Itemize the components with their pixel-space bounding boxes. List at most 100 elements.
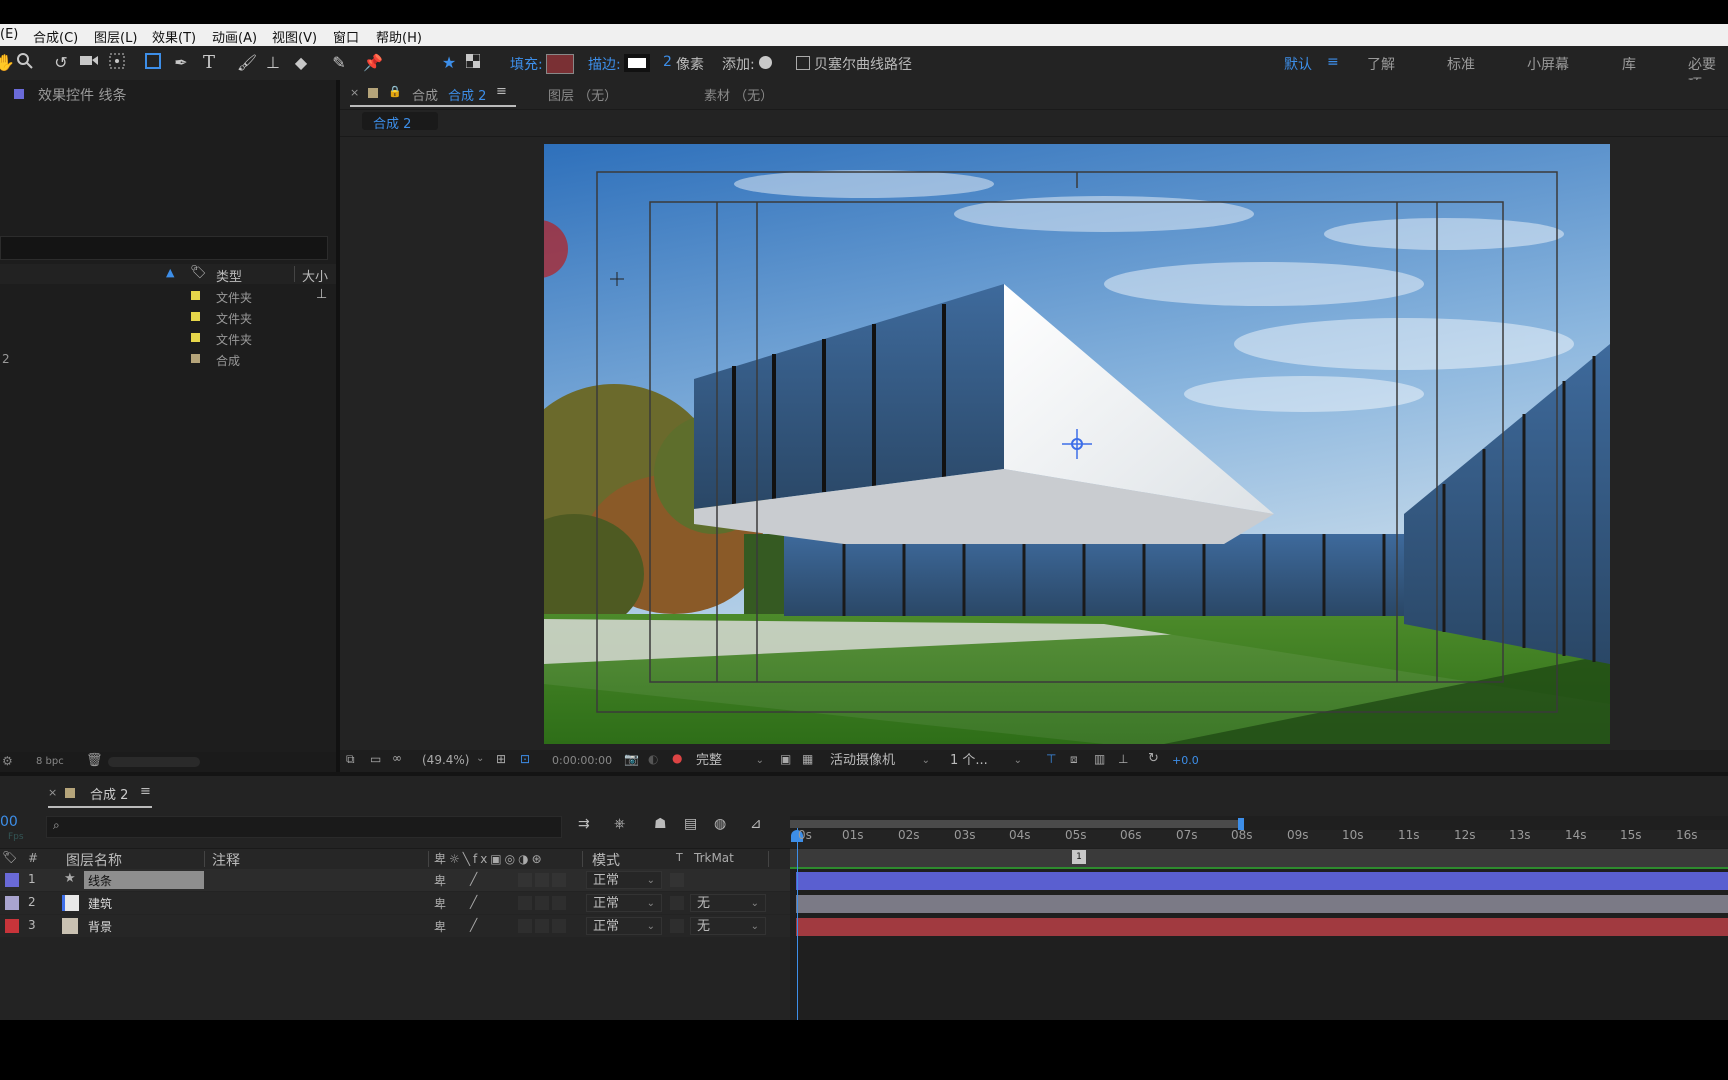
resolution-dropdown[interactable]: 完整 ⌄	[690, 752, 770, 770]
collapse-switch-icon[interactable]: 卑	[434, 895, 446, 912]
flowchart-icon[interactable]: ⊥	[316, 287, 327, 302]
camera-tool-icon[interactable]	[78, 52, 100, 74]
label-swatch[interactable]	[191, 333, 200, 342]
layer-label-swatch[interactable]	[5, 873, 19, 887]
draft-3d-icon[interactable]: ⎈	[614, 816, 625, 832]
project-row[interactable]: 文件夹	[0, 307, 336, 327]
layer-name[interactable]: 背景	[88, 918, 112, 935]
fill-label[interactable]: 填充:	[510, 54, 543, 74]
current-time-indicator[interactable]	[797, 828, 798, 1020]
menu-edit[interactable]: (E)	[0, 27, 18, 42]
sort-ascending-icon[interactable]: ▲	[166, 266, 174, 279]
bpc-label[interactable]: 8 bpc	[36, 756, 64, 767]
layer-search-input[interactable]: ⌕	[46, 816, 562, 838]
zoom-tool-icon[interactable]	[14, 52, 36, 74]
frame-blending-icon[interactable]: ▤	[684, 816, 697, 832]
interpret-footage-icon[interactable]: ⚙	[2, 754, 13, 768]
layer-duration-bar[interactable]	[796, 918, 1728, 936]
brush-tool-icon[interactable]: 🖌	[236, 52, 258, 74]
camera-dropdown[interactable]: 活动摄像机 ⌄	[824, 752, 936, 770]
snapshot-icon[interactable]: 📷	[624, 752, 639, 766]
col-type[interactable]: 类型	[216, 266, 242, 285]
pan-behind-tool-icon[interactable]	[106, 52, 128, 74]
bezier-checkbox[interactable]	[796, 56, 810, 70]
comp-breadcrumb[interactable]: 合成 2	[362, 112, 438, 132]
channel-icon[interactable]: ●	[672, 751, 682, 765]
label-swatch[interactable]	[191, 354, 200, 363]
track-matte-dropdown[interactable]: 无 ⌄	[690, 894, 766, 912]
label-tag-icon[interactable]: 🏷	[2, 850, 17, 864]
layer-name-field[interactable]: 线条	[84, 871, 204, 889]
rotate-tool-icon[interactable]: ↺	[50, 52, 72, 74]
shy-layers-icon[interactable]: ☗	[654, 816, 667, 832]
menu-composition[interactable]: 合成(C)	[33, 27, 78, 46]
quality-switch-icon[interactable]: ╱	[470, 895, 477, 909]
stroke-width-value[interactable]: 2	[663, 54, 672, 70]
menu-help[interactable]: 帮助(H)	[376, 27, 422, 46]
quality-switch-icon[interactable]: ╱	[470, 872, 477, 886]
project-row[interactable]: 2 合成	[0, 349, 336, 369]
checker-icon[interactable]	[462, 52, 484, 74]
timeline-icon[interactable]: ▥	[1094, 752, 1105, 766]
keyframe-marker[interactable]: 1	[1072, 850, 1086, 864]
col-comment[interactable]: 注释	[212, 850, 240, 870]
show-snapshot-icon[interactable]: ◐	[648, 752, 658, 766]
text-tool-icon[interactable]: T	[198, 52, 220, 74]
footage-tab[interactable]: 素材 （无）	[704, 85, 773, 104]
close-tab-icon[interactable]: ×	[350, 86, 359, 99]
menu-window[interactable]: 窗口	[333, 27, 359, 46]
menu-layer[interactable]: 图层(L)	[94, 27, 137, 46]
preserve-transparency-checkbox[interactable]	[670, 896, 684, 910]
menu-effect[interactable]: 效果(T)	[152, 27, 196, 46]
col-size[interactable]: 大小	[302, 266, 328, 285]
add-dropdown-icon[interactable]	[759, 56, 772, 69]
fast-previews-icon[interactable]: ▣	[780, 752, 791, 766]
timeline-tab-name[interactable]: 合成 2	[90, 784, 128, 803]
graph-editor-icon[interactable]: ⊿	[750, 816, 762, 832]
workspace-small-screen[interactable]: 小屏幕	[1527, 54, 1569, 74]
blend-mode-dropdown[interactable]: 正常 ⌄	[586, 894, 662, 912]
fast-preview-icon[interactable]: ⧈	[1070, 752, 1078, 767]
close-tab-icon[interactable]: ×	[48, 786, 57, 799]
lock-icon[interactable]: 🔒	[388, 85, 402, 98]
workspace-learn[interactable]: 了解	[1367, 54, 1395, 74]
motion-blur-icon[interactable]: ◍	[714, 816, 726, 832]
workspace-menu-icon[interactable]: ≡	[1327, 54, 1339, 70]
roto-brush-tool-icon[interactable]: ✎	[328, 52, 350, 74]
exposure-value[interactable]: +0.0	[1172, 754, 1199, 767]
col-mode[interactable]: 模式	[592, 850, 620, 870]
layer-tab[interactable]: 图层 （无）	[548, 85, 617, 104]
puppet-pin-tool-icon[interactable]: 📌	[362, 52, 384, 74]
composition-mini-flowchart-icon[interactable]: ⇉	[578, 816, 590, 832]
project-row[interactable]: 文件夹 ⊥	[0, 286, 336, 306]
fill-color-swatch[interactable]	[546, 54, 574, 74]
blend-mode-dropdown[interactable]: 正常 ⌄	[586, 917, 662, 935]
col-trkmat[interactable]: TrkMat	[694, 851, 734, 865]
layer-label-swatch[interactable]	[5, 919, 19, 933]
work-area-bar[interactable]	[790, 820, 1240, 828]
workspace-default[interactable]: 默认	[1284, 54, 1312, 74]
star-icon[interactable]: ★	[438, 52, 460, 74]
flowchart-icon[interactable]: ⊥	[1118, 752, 1128, 766]
view-layout-dropdown[interactable]: 1 个... ⌄	[944, 752, 1028, 770]
trash-icon[interactable]: 🗑	[86, 753, 103, 768]
menu-view[interactable]: 视图(V)	[272, 27, 317, 46]
region-of-interest-icon[interactable]: ⊡	[520, 752, 530, 766]
rectangle-tool-icon[interactable]	[142, 52, 164, 74]
label-swatch[interactable]	[191, 312, 200, 321]
stroke-color-swatch[interactable]	[624, 54, 650, 72]
current-timecode[interactable]: 0:00:00:00	[552, 754, 612, 767]
zoom-level[interactable]: (49.4%)	[422, 753, 469, 767]
thumbnail-slider[interactable]	[108, 757, 200, 767]
preserve-transparency-checkbox[interactable]	[670, 919, 684, 933]
zoom-chevron-icon[interactable]: ⌄	[476, 753, 484, 764]
composition-viewer[interactable]	[544, 144, 1610, 744]
panel-menu-icon[interactable]: ≡	[140, 784, 151, 799]
transparency-grid-icon[interactable]: ▦	[802, 752, 813, 766]
layer-row[interactable]: 3 背景 卑 ╱ 正常 ⌄ 无 ⌄	[0, 915, 790, 937]
toggle-pixel-aspect-icon[interactable]: ⊤	[1046, 752, 1056, 766]
menu-animation[interactable]: 动画(A)	[212, 27, 257, 46]
reset-exposure-icon[interactable]: ↻	[1148, 751, 1159, 766]
layer-row[interactable]: 2 建筑 卑 ╱ 正常 ⌄ 无 ⌄	[0, 892, 790, 914]
time-ruler[interactable]	[790, 830, 1728, 848]
